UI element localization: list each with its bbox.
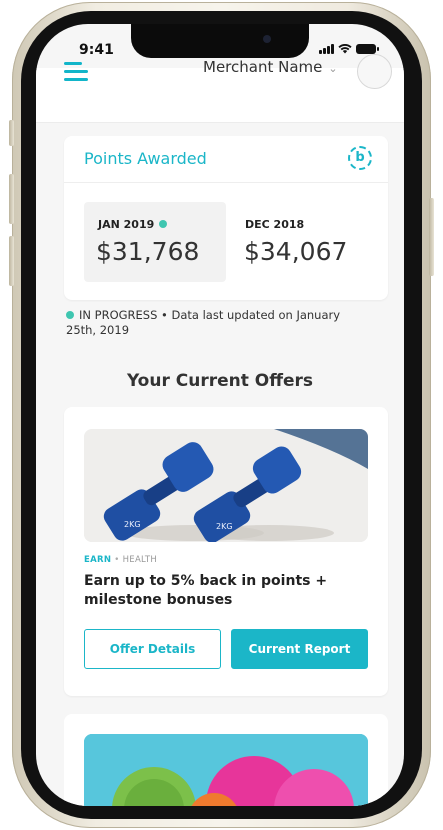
- points-awarded-card: Points Awarded b JAN 2019 $31,768 DEC 20…: [64, 136, 388, 300]
- offer-tag-category: HEALTH: [122, 555, 158, 565]
- status-icons: [319, 43, 379, 54]
- divider: [64, 182, 388, 183]
- dumbbell-weight-label: 2KG: [124, 520, 141, 529]
- offer-tags: EARN • HEALTH: [84, 555, 157, 565]
- offer-details-button[interactable]: Offer Details: [84, 629, 221, 669]
- status-time: 9:41: [79, 42, 114, 58]
- brand-badge-icon: b: [348, 146, 372, 170]
- power-button: [429, 198, 434, 276]
- volume-down-button: [9, 236, 14, 286]
- previous-period-value: $34,067: [244, 237, 348, 266]
- merchant-selector[interactable]: Merchant Name ⌄: [203, 58, 338, 76]
- offer-image: [84, 734, 368, 806]
- offer-card: 2KG 2KG EARN • HEALTH Earn up to 5% back…: [64, 407, 388, 696]
- dumbbells-image: 2KG 2KG: [84, 429, 368, 542]
- progress-text: IN PROGRESS • Data last updated on Janua…: [66, 308, 341, 337]
- offer-image: 2KG 2KG: [84, 429, 368, 542]
- points-awarded-title: Points Awarded: [84, 149, 207, 168]
- silent-switch: [9, 120, 14, 146]
- offer-tag-separator: •: [111, 555, 123, 565]
- previous-period-label: DEC 2018: [245, 218, 305, 231]
- wifi-icon: [338, 43, 352, 54]
- current-period-value: $31,768: [96, 237, 200, 266]
- notch: [131, 24, 309, 58]
- status-dot-icon: [159, 220, 168, 228]
- app-header: [36, 68, 404, 123]
- app-screen: 9:41 Merchant Name ⌄ Points Awarded b JAN…: [36, 24, 404, 806]
- current-report-button[interactable]: Current Report: [231, 629, 368, 669]
- camera-icon: [263, 35, 271, 43]
- menu-icon[interactable]: [64, 62, 88, 81]
- chevron-down-icon: ⌄: [328, 62, 338, 75]
- avatar[interactable]: [357, 54, 392, 89]
- current-period-label-text: JAN 2019: [98, 218, 155, 231]
- signal-icon: [319, 44, 334, 54]
- offer-card: [64, 714, 388, 806]
- offers-heading: Your Current Offers: [126, 371, 314, 391]
- offer-title: Earn up to 5% back in points + milestone…: [84, 573, 328, 608]
- battery-icon: [356, 44, 379, 54]
- offer-tag-earn: EARN: [84, 555, 112, 565]
- merchant-name: Merchant Name: [203, 58, 323, 76]
- volume-up-button: [9, 174, 14, 224]
- current-period-label: JAN 2019: [98, 218, 168, 231]
- status-dot-icon: [66, 311, 74, 319]
- dumbbell-weight-label: 2KG: [216, 522, 233, 531]
- progress-status: IN PROGRESS • Data last updated on Janua…: [66, 308, 366, 338]
- kettlebells-image: [84, 734, 368, 806]
